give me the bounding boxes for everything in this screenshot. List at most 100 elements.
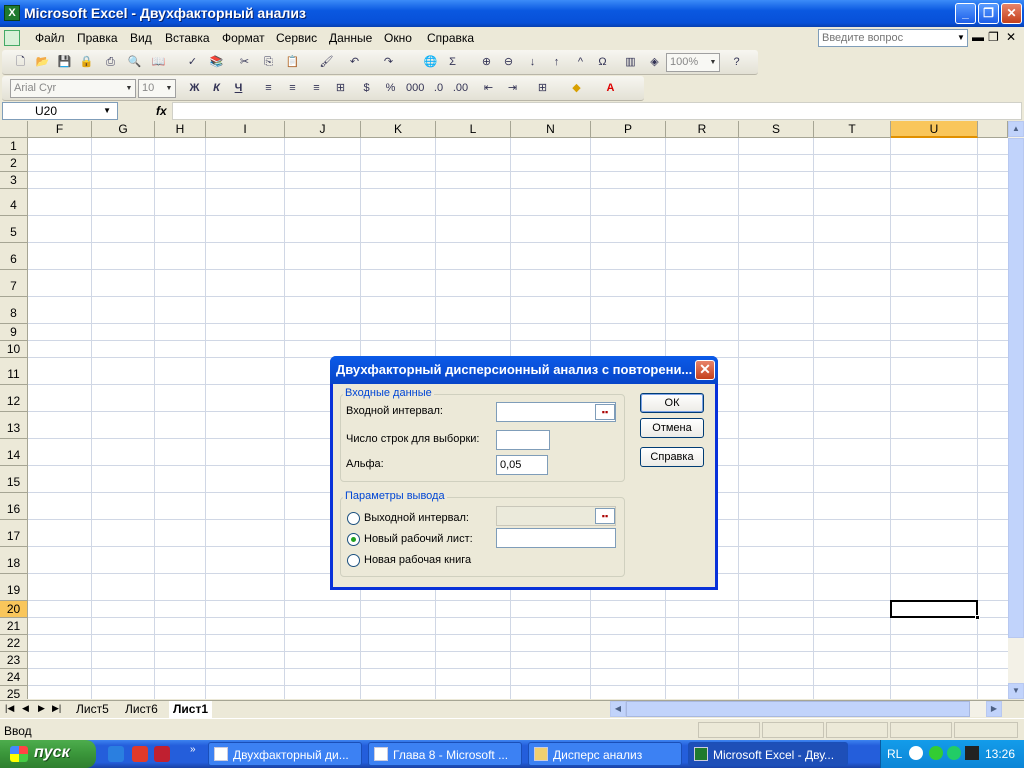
- row-header[interactable]: 1: [0, 138, 28, 155]
- tray-calendar-icon[interactable]: [965, 746, 979, 760]
- column-header[interactable]: R: [666, 121, 739, 138]
- save-icon[interactable]: 💾: [56, 54, 73, 71]
- column-header[interactable]: P: [591, 121, 666, 138]
- comma-style-icon[interactable]: 000: [406, 80, 424, 97]
- help-button[interactable]: Справка: [640, 447, 704, 467]
- bold-button[interactable]: Ж: [186, 80, 203, 97]
- column-header[interactable]: [978, 121, 1008, 138]
- font-size-select[interactable]: 10 ▼: [138, 79, 176, 98]
- scroll-left-icon[interactable]: ◀: [610, 701, 626, 717]
- increase-indent-icon[interactable]: ⇥: [504, 80, 521, 97]
- sort-descending-icon[interactable]: ↑: [548, 54, 565, 71]
- clock[interactable]: 13:26: [985, 747, 1015, 761]
- new-sheet-name-field[interactable]: [496, 528, 616, 548]
- print-preview-icon[interactable]: 🔍: [126, 54, 143, 71]
- row-header[interactable]: 18: [0, 547, 28, 574]
- chart-wizard-icon[interactable]: ▥: [622, 54, 639, 71]
- fill-color-icon[interactable]: ◆: [568, 80, 585, 97]
- row-header[interactable]: 8: [0, 297, 28, 324]
- row-header[interactable]: 17: [0, 520, 28, 547]
- row-header[interactable]: 2: [0, 155, 28, 172]
- decrease-decimal-icon[interactable]: .00: [452, 80, 469, 97]
- minimize-button[interactable]: _: [955, 3, 976, 24]
- prev-sheet-icon[interactable]: ◀: [22, 703, 29, 714]
- copy-icon[interactable]: ⎘: [260, 54, 277, 71]
- taskbar-item-3[interactable]: Дисперс анализ: [528, 742, 682, 766]
- sheet-tab-2[interactable]: Лист6: [121, 701, 162, 718]
- output-range-radio[interactable]: [347, 512, 360, 525]
- row-header[interactable]: 7: [0, 270, 28, 297]
- row-header[interactable]: 19: [0, 574, 28, 601]
- open-icon[interactable]: 📂: [34, 54, 51, 71]
- column-header[interactable]: N: [511, 121, 591, 138]
- row-header[interactable]: 14: [0, 439, 28, 466]
- row-header[interactable]: 21: [0, 618, 28, 635]
- research-book-icon[interactable]: 📚: [208, 54, 225, 71]
- active-cell[interactable]: [890, 600, 980, 620]
- menu-file[interactable]: Файл: [35, 31, 65, 45]
- close-button[interactable]: ✕: [1001, 3, 1022, 24]
- row-header[interactable]: 3: [0, 172, 28, 189]
- percent-icon[interactable]: %: [382, 80, 399, 97]
- name-box[interactable]: U20 ▼: [2, 102, 118, 120]
- doc-minimize-button[interactable]: ▬: [972, 30, 984, 44]
- spelling-icon[interactable]: ✓: [184, 54, 201, 71]
- collapse-dialog-icon[interactable]: ▪▪: [595, 508, 615, 524]
- scroll-thumb[interactable]: [626, 701, 970, 717]
- formula-input[interactable]: [172, 102, 1022, 120]
- taskbar-item-2[interactable]: Глава 8 - Microsoft ...: [368, 742, 522, 766]
- help-icon[interactable]: ?: [728, 54, 745, 71]
- zoom-select[interactable]: 100% ▼: [666, 53, 720, 72]
- caret-icon[interactable]: ^: [572, 54, 589, 71]
- tray-network-icon[interactable]: [947, 746, 961, 760]
- column-header[interactable]: J: [285, 121, 361, 138]
- merge-center-icon[interactable]: ⊞: [332, 80, 349, 97]
- row-header[interactable]: 9: [0, 324, 28, 341]
- column-header[interactable]: L: [436, 121, 511, 138]
- column-header[interactable]: S: [739, 121, 814, 138]
- symbol-icon[interactable]: Ω: [594, 54, 611, 71]
- row-header[interactable]: 22: [0, 635, 28, 652]
- align-left-icon[interactable]: ≡: [260, 80, 277, 97]
- menu-edit[interactable]: Правка: [77, 31, 118, 45]
- excel-app-icon[interactable]: X: [4, 5, 20, 21]
- doc-close-button[interactable]: ✕: [1006, 30, 1016, 44]
- underline-button[interactable]: Ч: [230, 80, 247, 97]
- column-header[interactable]: U: [891, 121, 978, 138]
- column-header[interactable]: I: [206, 121, 285, 138]
- row-header[interactable]: 10: [0, 341, 28, 358]
- sheet-tab-3[interactable]: Лист1: [169, 701, 213, 718]
- permission-icon[interactable]: 🔒: [78, 54, 95, 71]
- fill-handle[interactable]: [975, 615, 980, 620]
- sheet-tab-1[interactable]: Лист5: [72, 701, 113, 718]
- menu-help[interactable]: Справка: [427, 31, 474, 45]
- taskbar-item-4[interactable]: Microsoft Excel - Дву...: [688, 742, 848, 766]
- row-header[interactable]: 4: [0, 189, 28, 216]
- borders-icon[interactable]: ⊞: [534, 80, 551, 97]
- menu-format[interactable]: Формат: [222, 31, 265, 45]
- dialog-close-button[interactable]: ✕: [695, 360, 715, 380]
- row-header[interactable]: 20: [0, 601, 28, 618]
- next-sheet-icon[interactable]: ▶: [38, 703, 45, 714]
- hyperlink-icon[interactable]: 🌐: [422, 54, 439, 71]
- scroll-right-icon[interactable]: ▶: [986, 701, 1002, 717]
- zoom-out-icon[interactable]: ⊖: [500, 54, 517, 71]
- column-header[interactable]: T: [814, 121, 891, 138]
- internet-explorer-icon[interactable]: [108, 746, 124, 762]
- redo-icon[interactable]: ↷: [380, 54, 397, 71]
- app-icon[interactable]: [154, 746, 170, 762]
- cancel-button[interactable]: Отмена: [640, 418, 704, 438]
- align-right-icon[interactable]: ≡: [308, 80, 325, 97]
- scroll-thumb[interactable]: [1008, 138, 1024, 638]
- new-sheet-radio[interactable]: [347, 533, 360, 546]
- row-header[interactable]: 6: [0, 243, 28, 270]
- paste-icon[interactable]: 📋: [284, 54, 301, 71]
- drawing-icon[interactable]: ◈: [646, 54, 663, 71]
- menu-tools[interactable]: Сервис: [276, 31, 317, 45]
- scroll-down-icon[interactable]: ▼: [1008, 683, 1024, 699]
- new-book-radio[interactable]: [347, 554, 360, 567]
- row-header[interactable]: 11: [0, 358, 28, 385]
- horizontal-scrollbar[interactable]: ◀ ▶: [610, 701, 1002, 717]
- row-header[interactable]: 5: [0, 216, 28, 243]
- menu-window[interactable]: Окно: [384, 31, 412, 45]
